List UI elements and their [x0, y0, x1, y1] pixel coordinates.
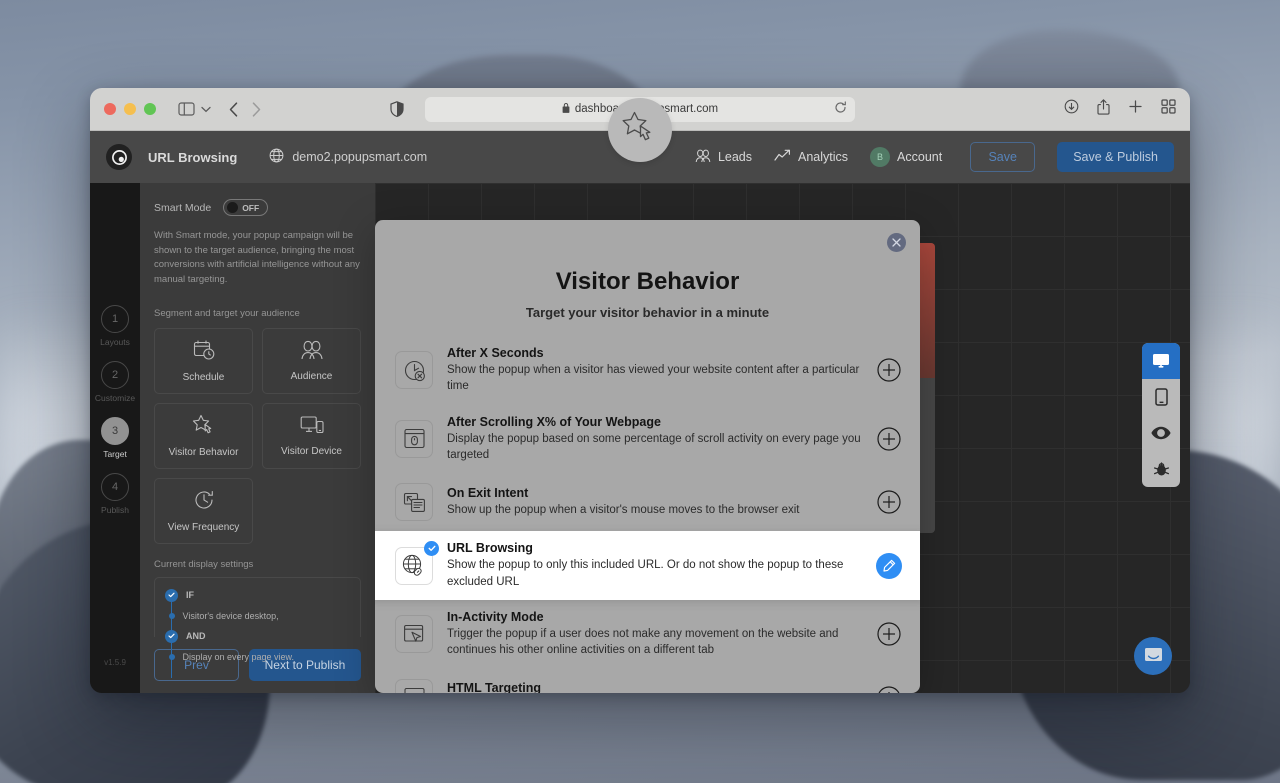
option-description: Show the popup when a visitor has viewed… [447, 364, 860, 393]
option-text-block: HTML Targeting Trigger popup based on th… [447, 681, 862, 693]
option-text-block: After X Seconds Show the popup when a vi… [447, 346, 862, 395]
check-icon [424, 540, 439, 556]
option-after-x-seconds[interactable]: After X Seconds Show the popup when a vi… [375, 336, 920, 405]
option-text-block: On Exit Intent Show up the popup when a … [447, 486, 862, 518]
plus-circle-icon[interactable] [876, 489, 902, 515]
option-title: After X Seconds [447, 346, 544, 360]
exit-intent-icon [395, 483, 433, 522]
maximize-window-button[interactable] [144, 103, 156, 115]
tab-overview-icon[interactable] [1161, 99, 1176, 119]
option-url-browsing[interactable]: URL Browsing Show the popup to only this… [375, 531, 920, 600]
plus-circle-icon[interactable] [876, 426, 902, 452]
forward-arrow-icon[interactable] [252, 101, 261, 117]
plus-circle-icon[interactable] [876, 685, 902, 693]
option-text-block: After Scrolling X% of Your Webpage Displ… [447, 415, 862, 464]
chevron-down-icon[interactable] [201, 106, 211, 113]
minimize-window-button[interactable] [124, 103, 136, 115]
plus-circle-icon[interactable] [876, 621, 902, 647]
globe-link-icon [395, 540, 439, 585]
modal-badge-icon-wrap [608, 98, 672, 162]
plus-circle-icon[interactable] [876, 357, 902, 383]
downloads-icon[interactable] [1064, 99, 1079, 119]
close-window-button[interactable] [104, 103, 116, 115]
back-arrow-icon[interactable] [229, 101, 238, 117]
close-icon[interactable] [887, 233, 906, 252]
option-on-exit-intent[interactable]: On Exit Intent Show up the popup when a … [375, 473, 920, 531]
pencil-icon[interactable] [876, 552, 902, 579]
behavior-options-list: After X Seconds Show the popup when a vi… [375, 336, 920, 693]
modal-subtitle: Target your visitor behavior in a minute [525, 305, 770, 320]
option-text-block: In-Activity Mode Trigger the popup if a … [447, 610, 862, 659]
option-title: HTML Targeting [447, 681, 541, 693]
option-description: Display the popup based on some percenta… [447, 432, 861, 461]
reload-icon[interactable] [834, 101, 847, 117]
option-title: In-Activity Mode [447, 609, 544, 624]
option-after-scrolling[interactable]: After Scrolling X% of Your Webpage Displ… [375, 405, 920, 474]
option-description: Show up the popup when a visitor's mouse… [447, 504, 800, 517]
new-tab-icon[interactable] [1128, 99, 1143, 119]
safari-browser-window: dashboard.popupsmart.com [90, 88, 1190, 693]
lock-icon [562, 102, 570, 116]
popupsmart-app: URL Browsing demo2.popupsmart.com Leads [90, 98, 1190, 693]
page-title: Visitor Behavior [555, 268, 740, 295]
window-controls [104, 103, 156, 115]
option-in-activity-mode[interactable]: In-Activity Mode Trigger the popup if a … [375, 600, 920, 669]
desktop-wallpaper: dashboard.popupsmart.com [0, 0, 1280, 783]
option-html-targeting[interactable]: <html> HTML Targeting Trigger popup base… [375, 669, 920, 693]
share-icon[interactable] [1097, 98, 1110, 120]
option-text-block: URL Browsing Show the popup to only this… [447, 541, 862, 590]
option-title: On Exit Intent [447, 486, 529, 501]
star-cursor-icon [621, 110, 659, 151]
browser-toolbar-right [1064, 98, 1176, 120]
clock-x-icon [395, 351, 433, 390]
option-title: After Scrolling X% of Your Webpage [447, 414, 661, 429]
sidebar-toggle-icon[interactable] [178, 102, 195, 116]
option-title: URL Browsing [447, 541, 533, 556]
privacy-shield-icon[interactable] [390, 101, 404, 117]
html-monitor-icon: <html> [395, 678, 433, 693]
inactivity-cursor-icon [395, 615, 433, 654]
scroll-window-icon [395, 419, 433, 458]
option-description: Show the popup to only this included URL… [447, 559, 844, 588]
option-description: Trigger the popup if a user does not mak… [447, 627, 839, 657]
visitor-behavior-modal: Visitor Behavior Target your visitor beh… [375, 220, 920, 693]
